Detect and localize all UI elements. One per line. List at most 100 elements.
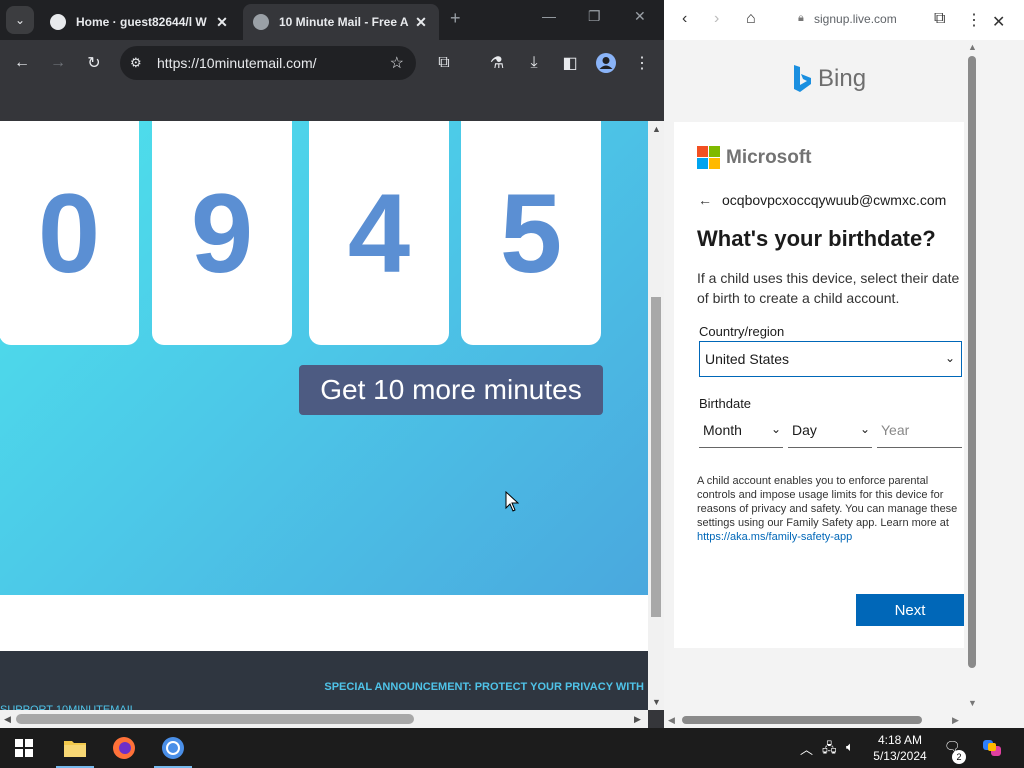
tab-github-home[interactable]: Home · guest82644/l W ✕ <box>40 4 240 40</box>
signup-card: Microsoft ← ocqbovpcxoccqywuub@cwmxc.com… <box>674 122 968 648</box>
month-placeholder: Month <box>703 422 742 438</box>
scroll-right-arrow[interactable]: ▶ <box>952 715 959 726</box>
close-icon[interactable]: ✕ <box>214 14 230 31</box>
scroll-up-arrow[interactable]: ▲ <box>652 124 661 134</box>
scrollbar-thumb[interactable] <box>16 714 414 724</box>
open-in-window-icon[interactable]: ⧉ <box>934 10 945 28</box>
birth-day-select[interactable]: Day ⌄ <box>788 414 872 448</box>
network-icon[interactable]: 🖧︎ <box>822 739 837 761</box>
timer-digit: 0 <box>37 170 101 296</box>
chrome-button[interactable] <box>159 734 187 762</box>
close-icon[interactable]: ✕ <box>992 12 1005 32</box>
birth-month-select[interactable]: Month ⌄ <box>699 414 783 448</box>
country-selected-value: United States <box>705 351 790 367</box>
back-icon[interactable]: ‹ <box>682 10 687 28</box>
labs-flask-icon[interactable]: ⚗ <box>486 52 508 74</box>
close-window-icon[interactable]: ✕ <box>634 8 646 25</box>
extensions-icon[interactable]: ⧉ <box>433 52 455 74</box>
restore-icon[interactable]: ❐ <box>588 8 601 25</box>
microsoft-grid-icon <box>697 146 720 169</box>
horizontal-scrollbar[interactable]: ◀ ▶ <box>0 710 648 728</box>
tab-10-minute-mail[interactable]: 10 Minute Mail - Free A ✕ <box>243 4 439 40</box>
menu-kebab-icon[interactable]: ⋮ <box>631 52 653 74</box>
scroll-down-arrow[interactable]: ▼ <box>652 697 661 707</box>
menu-kebab-icon[interactable]: ⋮ <box>966 10 982 30</box>
get-more-minutes-button[interactable]: Get 10 more minutes <box>299 365 603 415</box>
show-hidden-icons-chevron-icon[interactable]: ︿ <box>800 739 813 758</box>
site-info-icon[interactable]: ⚙ <box>130 55 142 71</box>
chevron-down-icon: ⌄ <box>770 422 781 436</box>
scroll-left-arrow[interactable]: ◀ <box>4 714 11 725</box>
scroll-left-arrow[interactable]: ◀ <box>668 715 675 726</box>
timer-area: 0 9 4 5 Get 10 more minutes <box>0 121 648 595</box>
start-button[interactable] <box>10 734 38 762</box>
url-text[interactable]: https://10minutemail.com/ <box>157 55 317 71</box>
bookmark-star-icon[interactable]: ☆ <box>390 53 404 73</box>
new-tab-button[interactable]: + <box>450 8 461 29</box>
vertical-scrollbar[interactable]: ▲ ▼ <box>964 40 980 712</box>
profile-avatar-icon[interactable] <box>595 52 617 74</box>
back-icon[interactable]: ← <box>11 52 33 74</box>
scroll-up-arrow[interactable]: ▲ <box>968 42 977 52</box>
bing-logo: Bing <box>792 64 866 94</box>
timer-digit: 9 <box>190 170 254 296</box>
scroll-right-arrow[interactable]: ▶ <box>634 714 641 725</box>
volume-muted-icon[interactable]: 🔈︎ <box>846 739 854 755</box>
windows-taskbar: ︿ 🖧︎ 🔈︎ 4:18 AM 5/13/2024 🗨︎ 2 <box>0 728 1024 768</box>
birth-year-input[interactable]: Year <box>877 414 962 448</box>
firefox-button[interactable] <box>110 734 138 762</box>
bing-wordmark: Bing <box>818 65 867 92</box>
left-browser-window: ⌄ Home · guest82644/l W ✕ 10 Minute Mail… <box>0 0 664 728</box>
announcement-link[interactable]: SPECIAL ANNOUNCEMENT: PROTECT YOUR PRIVA… <box>324 681 644 693</box>
close-icon[interactable]: ✕ <box>413 14 429 31</box>
download-icon[interactable]: ⤓ <box>523 52 545 74</box>
family-safety-link[interactable]: https://aka.ms/family-safety-app <box>697 531 852 543</box>
globe-icon <box>253 14 269 30</box>
microsoft-logo: Microsoft <box>697 146 812 169</box>
signup-popup-window: ‹ › ⌂ 🔒︎ signup.live.com ⧉ ⋮ ✕ Bing Micr… <box>664 0 1024 728</box>
notification-count-badge: 2 <box>952 750 966 764</box>
timer-digit-card: 4 <box>309 121 449 345</box>
lock-icon: 🔒︎ <box>798 12 804 24</box>
reload-icon[interactable]: ↻ <box>83 52 105 74</box>
scrollbar-thumb[interactable] <box>968 56 976 668</box>
timer-digit: 4 <box>347 170 411 296</box>
back-arrow-icon[interactable]: ← <box>698 192 712 208</box>
minimize-icon[interactable]: — <box>542 8 556 24</box>
windows-logo-icon <box>15 739 33 757</box>
scrollbar-thumb[interactable] <box>682 716 922 724</box>
home-icon[interactable]: ⌂ <box>746 10 756 28</box>
copilot-button[interactable] <box>978 734 1006 762</box>
next-button[interactable]: Next <box>856 594 964 626</box>
address-bar[interactable]: ⚙ https://10minutemail.com/ ☆ <box>120 46 416 80</box>
timer-digit-card: 9 <box>152 121 292 345</box>
tab-title: 10 Minute Mail - Free A <box>279 15 409 29</box>
tab-bar: ⌄ Home · guest82644/l W ✕ 10 Minute Mail… <box>0 0 664 40</box>
timer-digit-card: 0 <box>0 121 139 345</box>
page-top-bar <box>0 86 648 121</box>
country-select[interactable]: United States ⌄ <box>699 341 962 377</box>
system-clock[interactable]: 4:18 AM 5/13/2024 <box>868 732 932 764</box>
scroll-down-arrow[interactable]: ▼ <box>968 698 977 708</box>
country-label: Country/region <box>699 324 785 339</box>
clock-date: 5/13/2024 <box>873 749 927 763</box>
tab-search-button[interactable]: ⌄ <box>6 6 34 34</box>
content-band <box>0 595 648 651</box>
file-explorer-button[interactable] <box>61 734 89 762</box>
microsoft-wordmark: Microsoft <box>726 146 812 168</box>
forward-icon[interactable]: → <box>47 52 69 74</box>
vertical-scrollbar[interactable]: ▲ ▼ <box>648 121 664 710</box>
tab-title: Home · guest82644/l W <box>76 15 207 29</box>
side-panel-icon[interactable]: ◧ <box>559 52 581 74</box>
description-text: If a child uses this device, select thei… <box>697 270 960 306</box>
scrollbar-thumb[interactable] <box>651 297 661 617</box>
chrome-icon <box>162 737 184 759</box>
horizontal-scrollbar[interactable]: ◀ ▶ <box>664 712 964 728</box>
birthdate-label: Birthdate <box>699 396 752 411</box>
timer-digit-card: 5 <box>461 121 601 345</box>
bing-b-icon <box>794 65 811 92</box>
timer-digit: 5 <box>499 170 563 296</box>
chevron-down-icon: ⌄ <box>944 351 955 365</box>
clock-time: 4:18 AM <box>877 733 923 747</box>
forward-icon[interactable]: › <box>714 10 719 28</box>
